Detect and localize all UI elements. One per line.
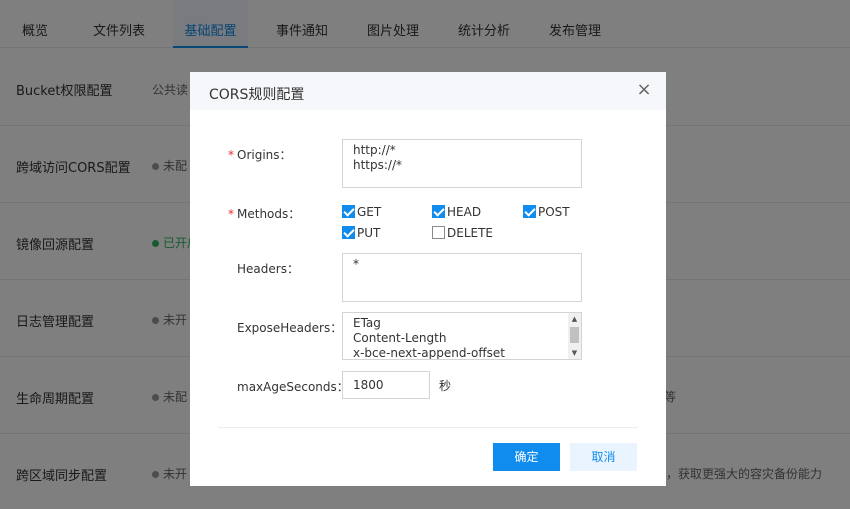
method-head-checkbox[interactable]: HEAD: [432, 205, 481, 219]
method-put-checkbox[interactable]: PUT: [342, 226, 380, 240]
dialog-header: CORS规则配置 ×: [190, 72, 666, 110]
method-post-checkbox[interactable]: POST: [523, 205, 570, 219]
close-icon[interactable]: ×: [634, 80, 654, 100]
scroll-down-icon[interactable]: ▼: [568, 347, 581, 359]
expose-headers-textarea[interactable]: ETag Content-Length x-bce-next-append-of…: [342, 312, 582, 360]
scroll-thumb[interactable]: [570, 327, 579, 343]
methods-label: * Methods：: [228, 207, 301, 221]
max-age-label: maxAgeSeconds：: [237, 380, 349, 394]
checkbox-checked-icon: [342, 226, 355, 239]
checkbox-checked-icon: [432, 205, 445, 218]
origins-label: * Origins：: [228, 148, 292, 162]
expose-headers-label: ExposeHeaders：: [237, 321, 343, 335]
cancel-button[interactable]: 取消: [570, 443, 637, 471]
dialog-title: CORS规则配置: [209, 87, 305, 103]
checkbox-checked-icon: [342, 205, 355, 218]
method-delete-checkbox[interactable]: DELETE: [432, 226, 493, 240]
dialog-footer-divider: [218, 427, 638, 428]
checkbox-checked-icon: [523, 205, 536, 218]
max-age-input[interactable]: 1800: [342, 371, 430, 399]
max-age-unit: 秒: [439, 379, 452, 393]
headers-label: Headers：: [237, 262, 299, 276]
origins-textarea[interactable]: http://* https://*: [342, 139, 582, 188]
cors-config-dialog: CORS规则配置 × * Origins： http://* https://* …: [190, 72, 666, 486]
method-get-checkbox[interactable]: GET: [342, 205, 381, 219]
confirm-button[interactable]: 确定: [493, 443, 560, 471]
textarea-scrollbar[interactable]: ▲ ▼: [568, 313, 581, 359]
checkbox-unchecked-icon: [432, 226, 445, 239]
scroll-up-icon[interactable]: ▲: [568, 313, 581, 325]
headers-textarea[interactable]: *: [342, 253, 582, 302]
